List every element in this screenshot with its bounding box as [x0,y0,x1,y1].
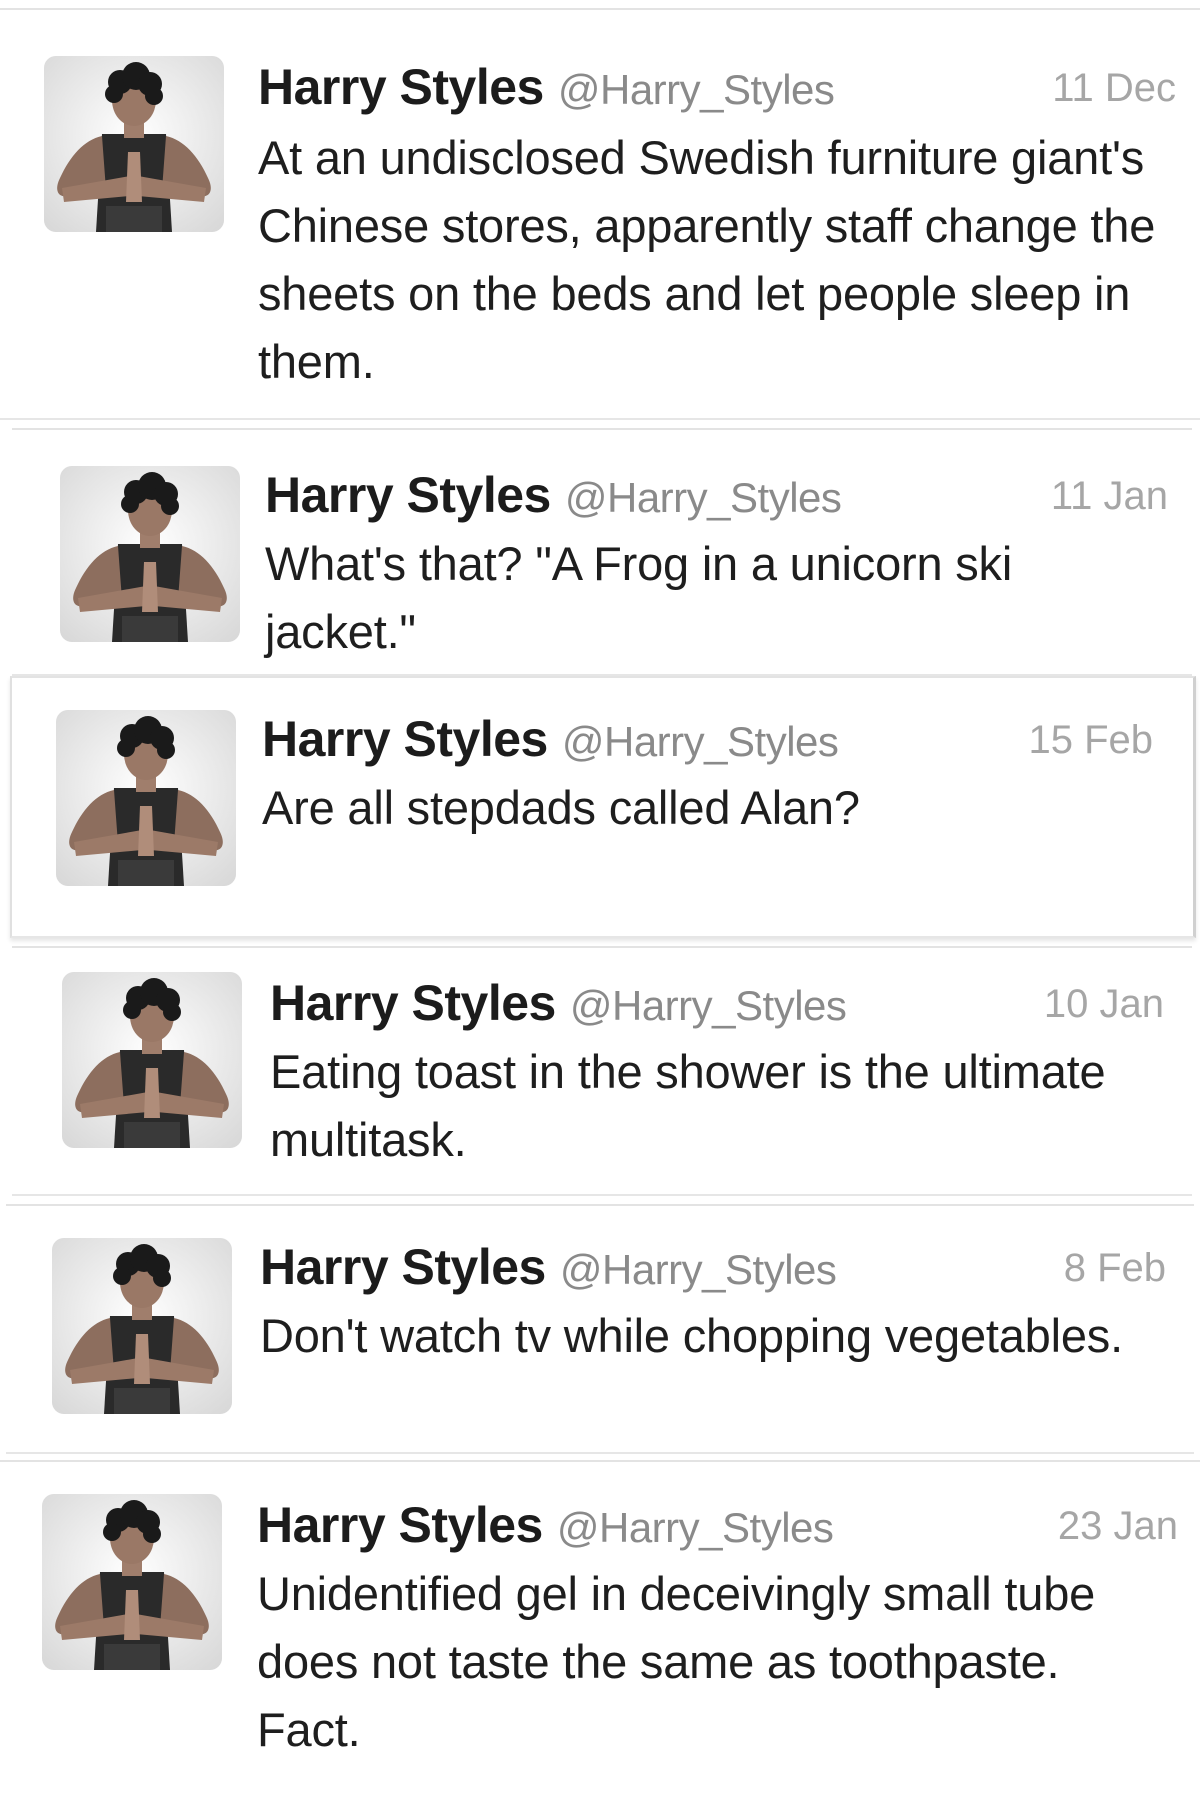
avatar[interactable] [42,1494,222,1670]
tweet-text: Are all stepdads called Alan? [262,781,860,834]
username-handle[interactable]: @Harry_Styles [558,66,835,114]
tweet-card[interactable]: Harry Styles @Harry_Styles 8 Feb Don't w… [6,1204,1194,1454]
tweet-date[interactable]: 8 Feb [1064,1246,1166,1291]
profile-photo-icon [60,466,240,642]
tweet-text: Eating toast in the shower is the ultima… [270,1045,1106,1166]
tweet-text: Don't watch tv while chopping vegetables… [260,1309,1123,1362]
profile-photo-icon [42,1494,222,1670]
username-handle[interactable]: @Harry_Styles [565,474,842,522]
tweet-card[interactable]: Harry Styles @Harry_Styles 11 Jan What's… [12,428,1192,676]
tweet-header: Harry Styles @Harry_Styles [262,710,839,768]
tweet-card[interactable]: Harry Styles @Harry_Styles 15 Feb Are al… [10,676,1196,938]
tweet-card[interactable]: Harry Styles @Harry_Styles 10 Jan Eating… [12,946,1192,1196]
tweet-date[interactable]: 10 Jan [1044,982,1164,1027]
tweet-header: Harry Styles @Harry_Styles [270,974,847,1032]
username-handle[interactable]: @Harry_Styles [562,718,839,766]
avatar[interactable] [52,1238,232,1414]
tweet-card[interactable]: Harry Styles @Harry_Styles 23 Jan Uniden… [0,1460,1200,1800]
tweet-date[interactable]: 11 Jan [1051,474,1168,519]
tweet-card[interactable]: Harry Styles @Harry_Styles 11 Dec At an … [0,8,1200,420]
tweet-date[interactable]: 15 Feb [1028,718,1153,763]
avatar[interactable] [62,972,242,1148]
avatar[interactable] [56,710,236,886]
display-name[interactable]: Harry Styles [265,466,551,524]
profile-photo-icon [44,56,224,232]
tweet-collage: Harry Styles @Harry_Styles 11 Dec At an … [0,0,1200,1800]
username-handle[interactable]: @Harry_Styles [560,1246,837,1294]
display-name[interactable]: Harry Styles [270,974,556,1032]
profile-photo-icon [56,710,236,886]
display-name[interactable]: Harry Styles [257,1496,543,1554]
tweet-date[interactable]: 11 Dec [1052,66,1176,111]
tweet-date[interactable]: 23 Jan [1058,1504,1178,1549]
display-name[interactable]: Harry Styles [258,58,544,116]
profile-photo-icon [62,972,242,1148]
avatar[interactable] [44,56,224,232]
tweet-header: Harry Styles @Harry_Styles [265,466,842,524]
username-handle[interactable]: @Harry_Styles [570,982,847,1030]
tweet-text: Unidentified gel in deceivingly small tu… [257,1567,1096,1756]
tweet-header: Harry Styles @Harry_Styles [258,58,835,116]
display-name[interactable]: Harry Styles [262,710,548,768]
tweet-header: Harry Styles @Harry_Styles [257,1496,834,1554]
avatar[interactable] [60,466,240,642]
display-name[interactable]: Harry Styles [260,1238,546,1296]
tweet-header: Harry Styles @Harry_Styles [260,1238,837,1296]
tweet-text: At an undisclosed Swedish furniture gian… [258,131,1156,388]
tweet-text: What's that? "A Frog in a unicorn ski ja… [265,537,1013,658]
username-handle[interactable]: @Harry_Styles [557,1504,834,1552]
profile-photo-icon [52,1238,232,1414]
